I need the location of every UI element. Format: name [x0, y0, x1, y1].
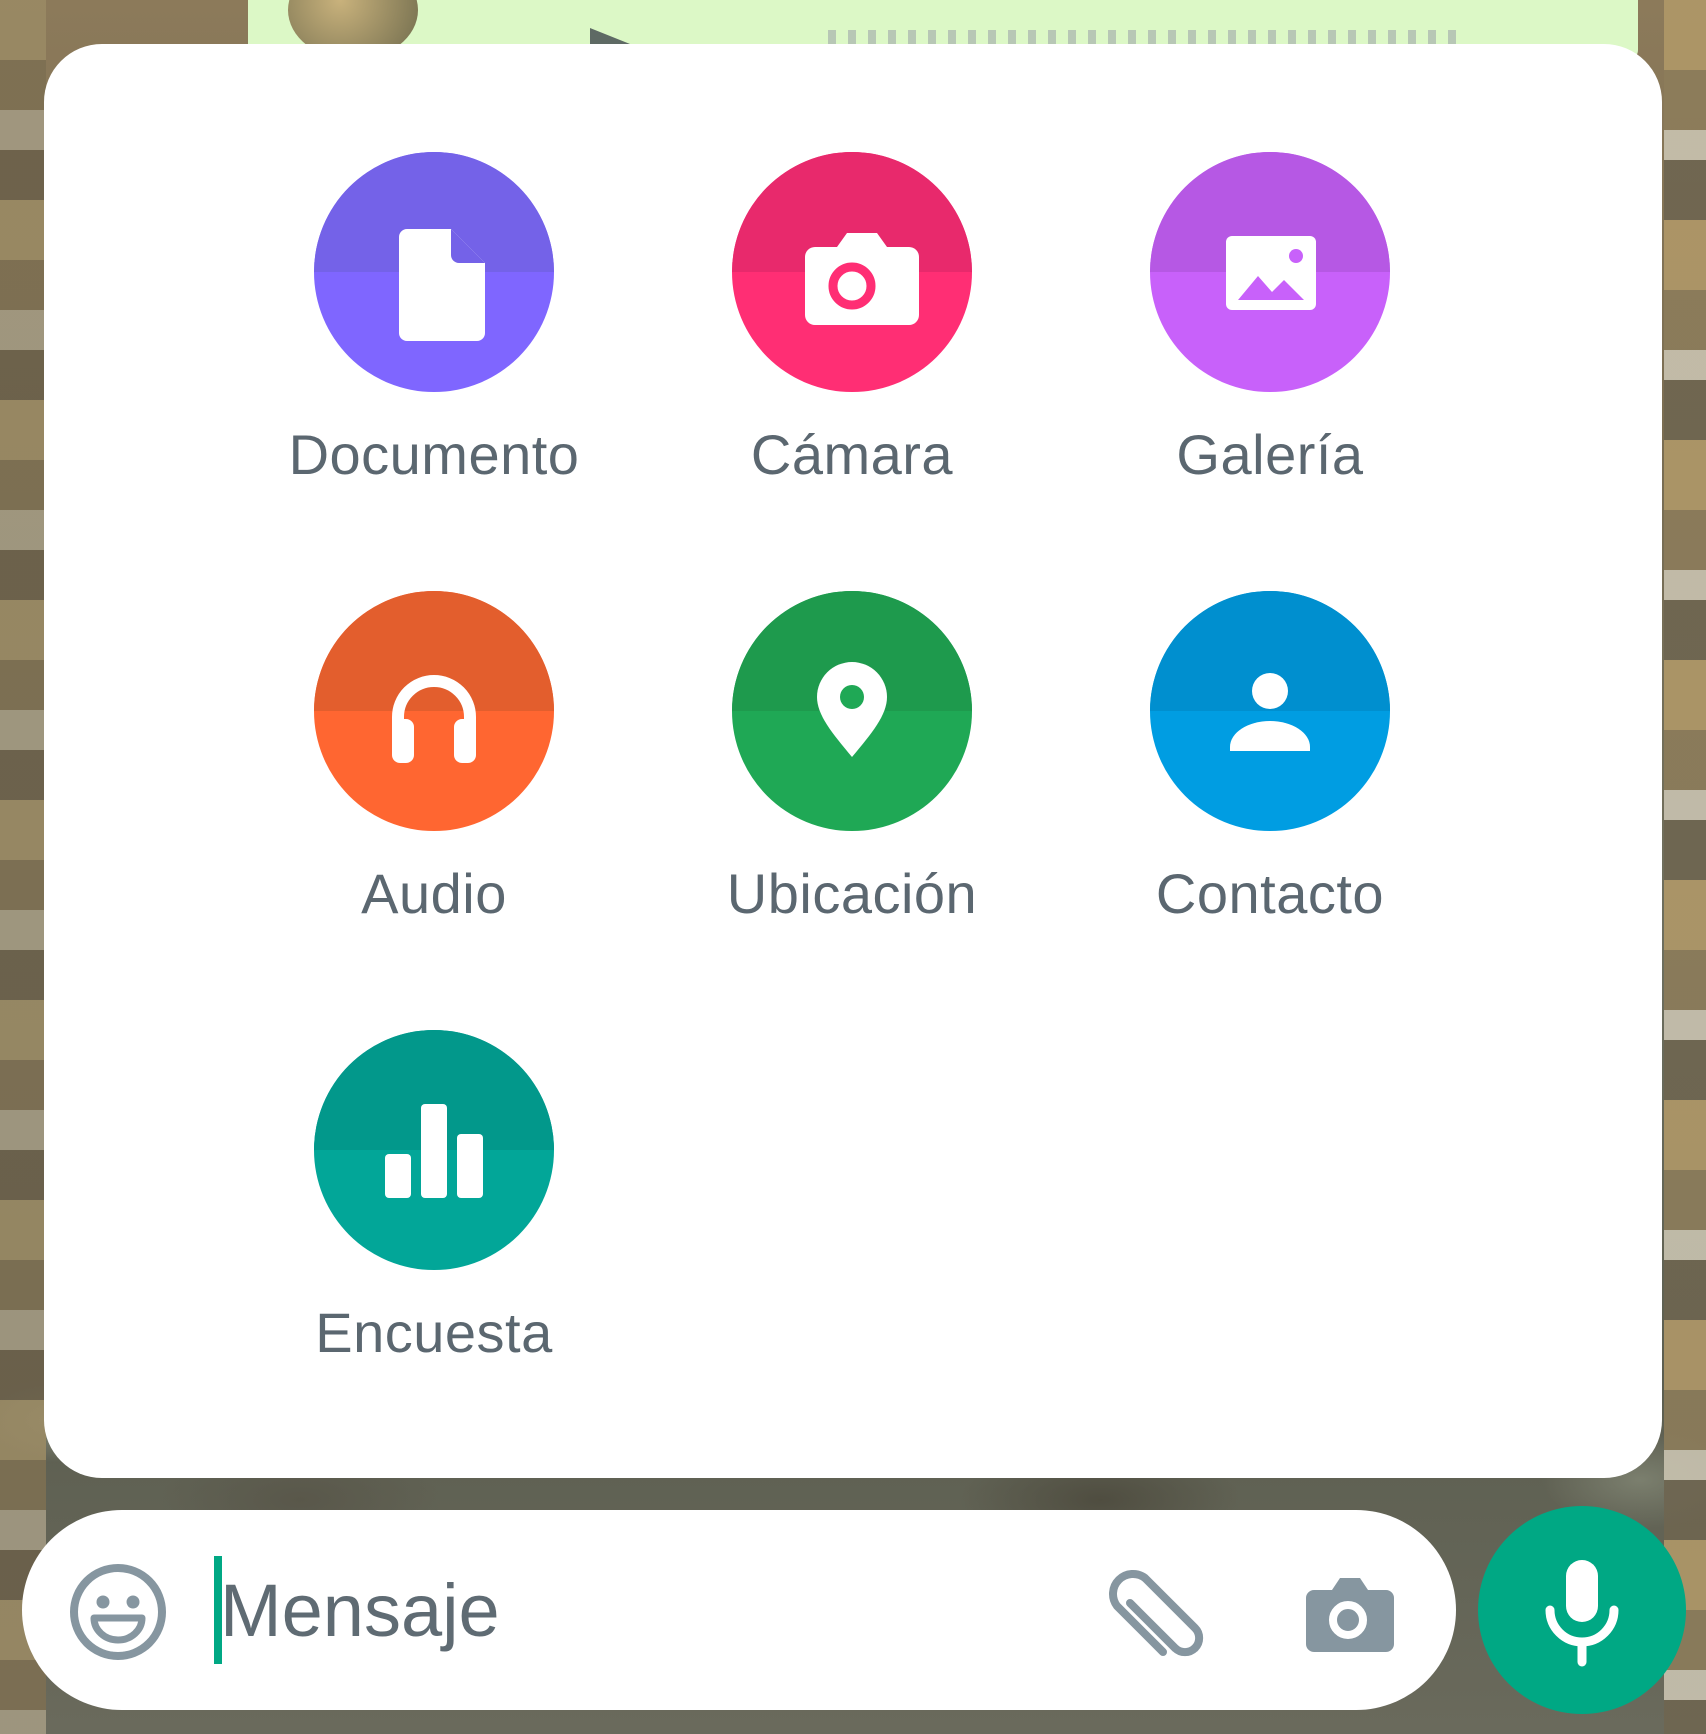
attach-option-label: Galería — [1176, 423, 1364, 486]
attach-option-label: Audio — [361, 862, 507, 925]
camera-icon[interactable] — [1298, 1562, 1398, 1662]
contact-person-icon — [1230, 673, 1310, 751]
location-pin-icon — [817, 662, 887, 757]
attach-option-contact[interactable]: Contacto — [1090, 591, 1450, 926]
attach-option-label: Documento — [288, 423, 580, 486]
attach-option-label: Encuesta — [315, 1301, 553, 1364]
headphones-icon-circle[interactable] — [314, 591, 554, 831]
attach-option-audio[interactable]: Audio — [254, 591, 614, 926]
poll-chart-icon-circle[interactable] — [314, 1030, 554, 1270]
camera-icon-circle[interactable] — [732, 152, 972, 392]
poll-chart-icon — [385, 1104, 483, 1198]
attach-option-label: Ubicación — [726, 862, 978, 925]
camera-icon — [805, 233, 919, 325]
wallpaper-left-edge — [0, 0, 46, 1734]
attach-option-label: Cámara — [750, 423, 954, 486]
attach-option-gallery[interactable]: Galería — [1090, 152, 1450, 487]
paperclip-icon[interactable] — [1102, 1560, 1212, 1670]
attach-option-poll[interactable]: Encuesta — [254, 1030, 614, 1365]
gallery-icon — [1226, 236, 1316, 310]
voice-record-button[interactable] — [1478, 1506, 1686, 1714]
microphone-icon — [1545, 1560, 1619, 1667]
message-composer — [22, 1510, 1456, 1710]
document-icon-circle[interactable] — [314, 152, 554, 392]
document-icon — [399, 229, 485, 341]
gallery-icon-circle[interactable] — [1150, 152, 1390, 392]
attach-option-label: Contacto — [1155, 862, 1385, 925]
attach-option-location[interactable]: Ubicación — [672, 591, 1032, 926]
attachment-menu: Documento Cámara Galería Audio Ubicación… — [44, 44, 1662, 1478]
message-input[interactable] — [220, 1550, 1060, 1670]
contact-person-icon-circle[interactable] — [1150, 591, 1390, 831]
headphones-icon — [392, 675, 476, 763]
emoji-icon[interactable] — [68, 1562, 168, 1662]
attach-option-document[interactable]: Documento — [254, 152, 614, 487]
attach-option-camera[interactable]: Cámara — [672, 152, 1032, 487]
wallpaper-right-edge — [1664, 0, 1706, 1734]
location-pin-icon-circle[interactable] — [732, 591, 972, 831]
